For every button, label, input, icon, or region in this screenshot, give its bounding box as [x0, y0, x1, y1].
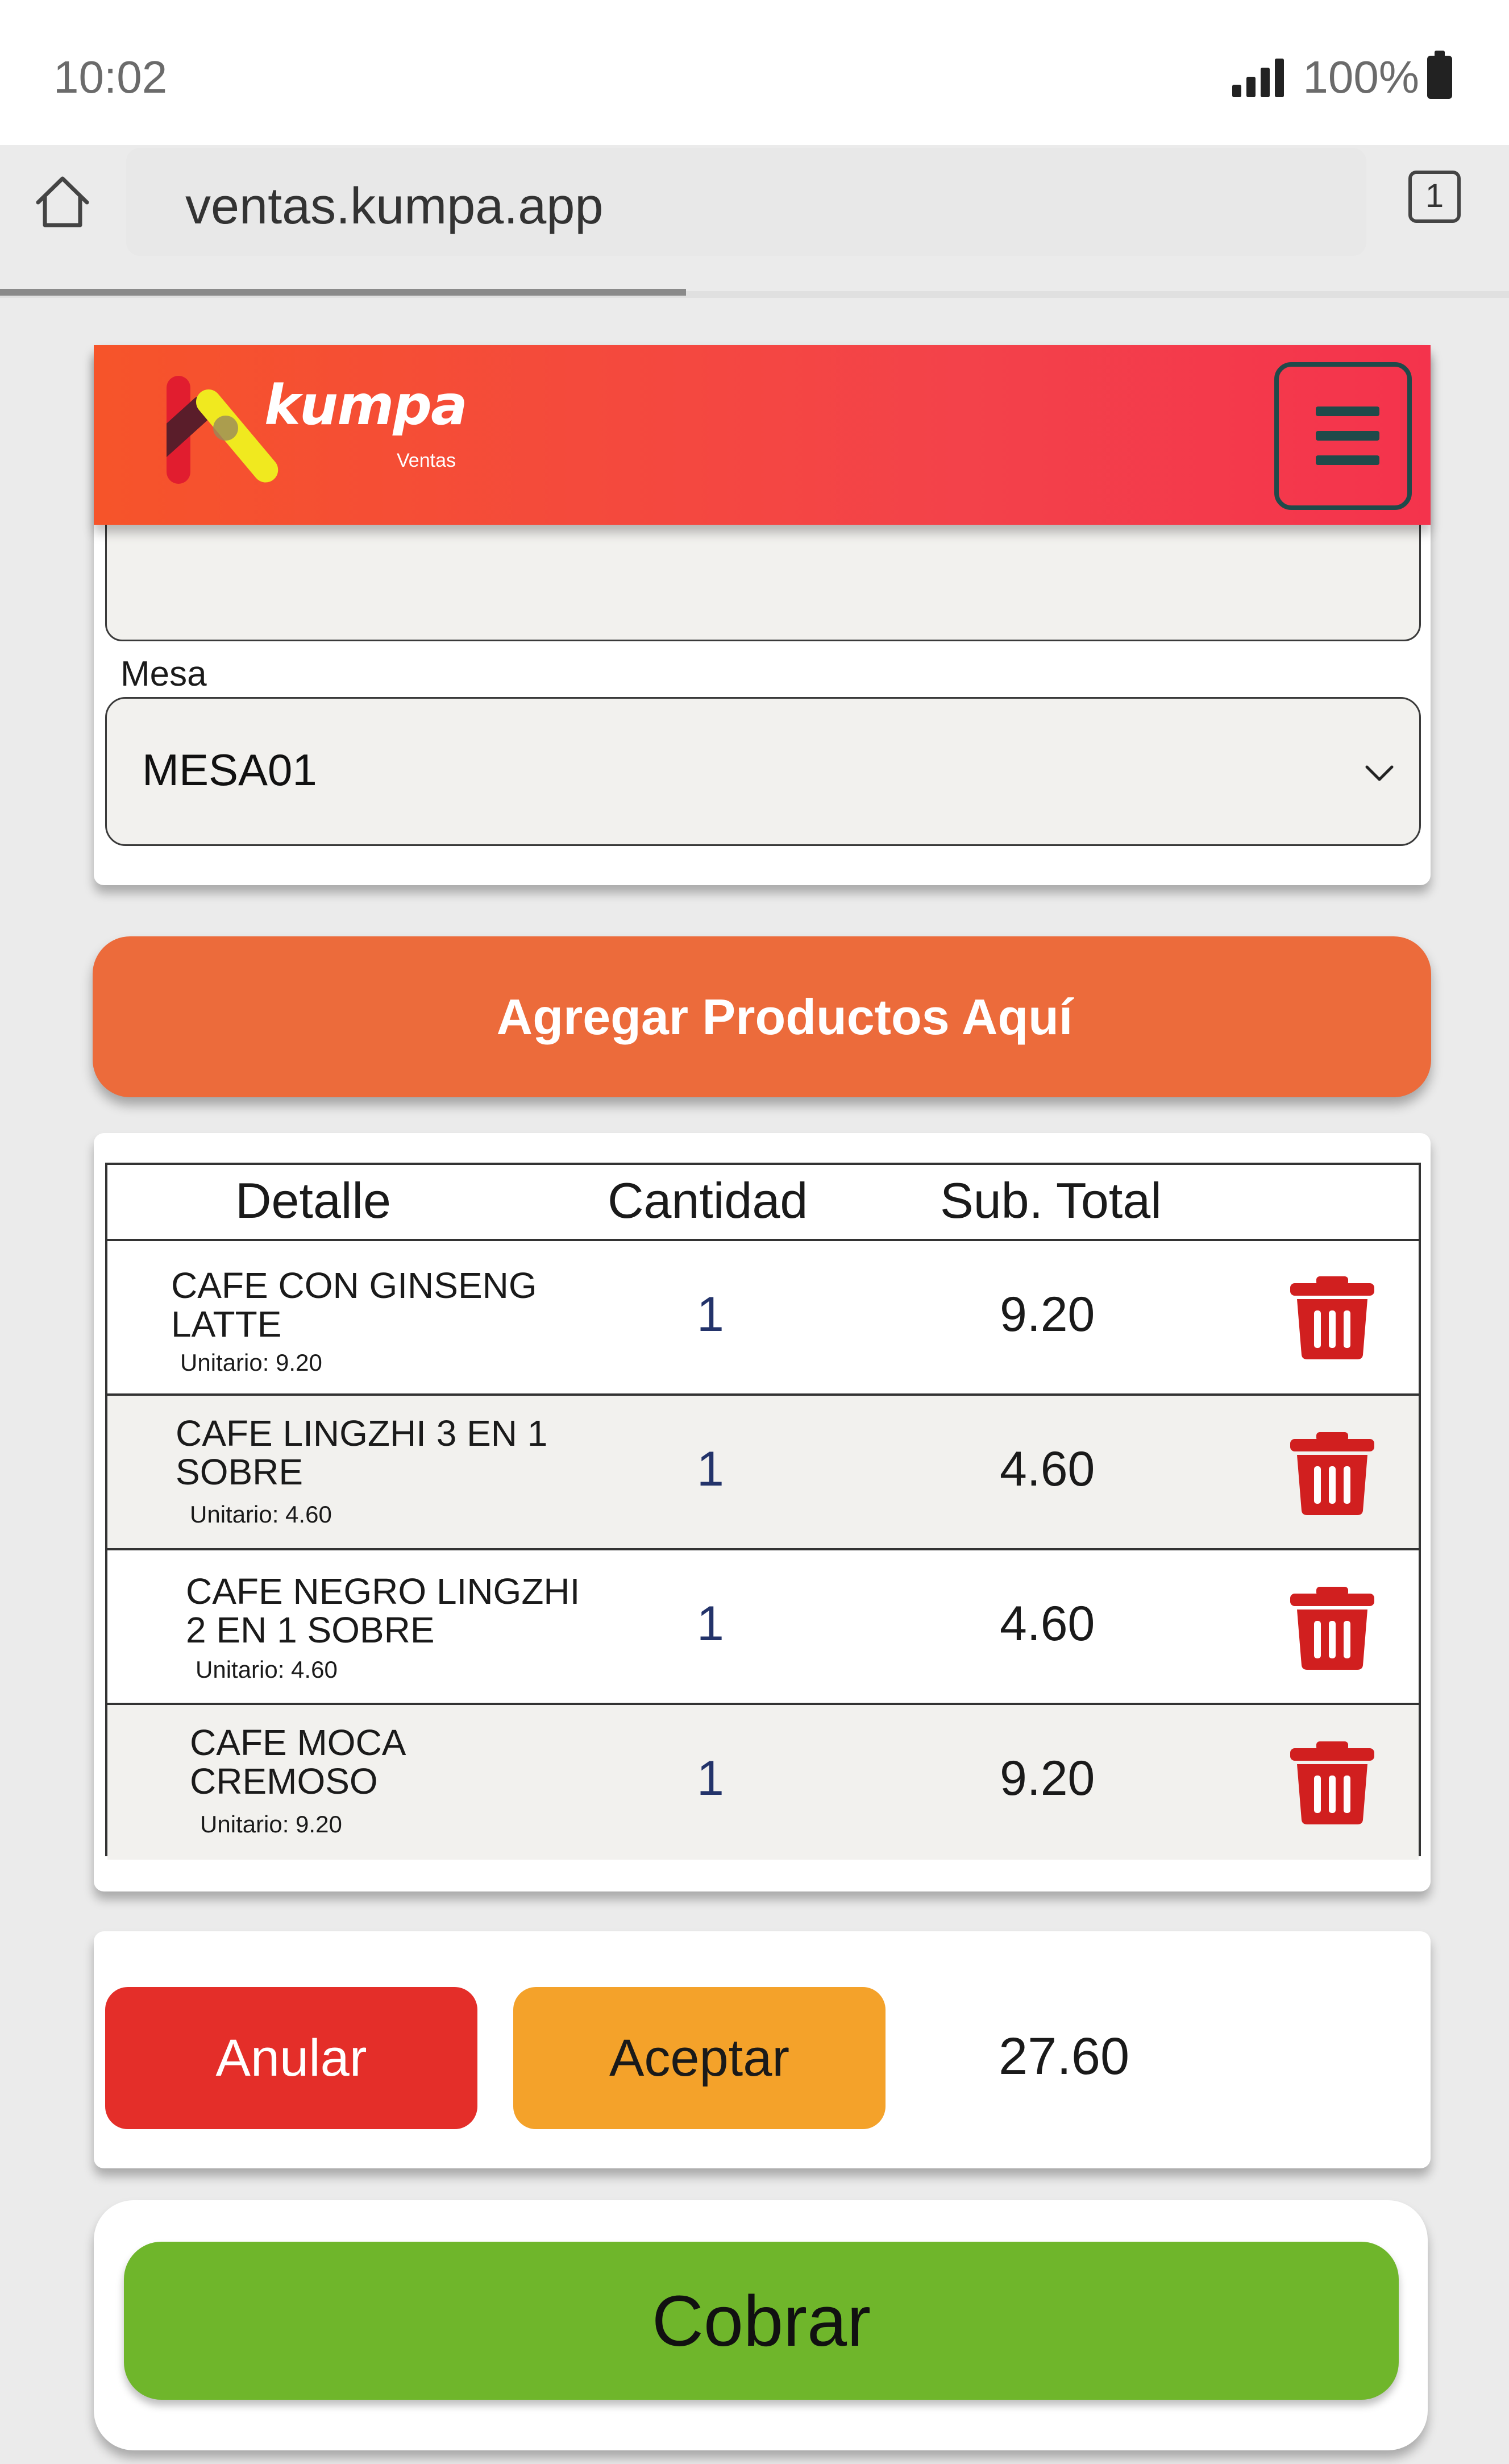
product-quantity[interactable]: 1: [697, 1596, 724, 1652]
signal-icon: [1232, 57, 1289, 97]
chevron-down-icon: [1365, 765, 1394, 781]
product-quantity[interactable]: 1: [697, 1750, 724, 1807]
url-text: ventas.kumpa.app: [185, 178, 604, 235]
mesa-label: Mesa: [120, 654, 207, 694]
products-table: Detalle Cantidad Sub. Total CAFE CON GIN…: [105, 1163, 1421, 1860]
battery-icon: [1427, 51, 1452, 99]
order-total: 27.60: [999, 2027, 1130, 2085]
mesa-selected-value: MESA01: [142, 745, 317, 795]
trash-icon[interactable]: [1287, 1431, 1378, 1516]
product-unit-price: Unitario: 9.20: [180, 1349, 322, 1376]
mesa-select[interactable]: MESA01: [105, 697, 1421, 846]
product-subtotal: 4.60: [1000, 1442, 1095, 1496]
url-bar[interactable]: ventas.kumpa.app: [126, 148, 1366, 256]
product-unit-price: Unitario: 4.60: [196, 1656, 338, 1683]
anular-button[interactable]: Anular: [105, 1987, 477, 2129]
product-subtotal: 9.20: [1000, 1751, 1095, 1806]
aceptar-button[interactable]: Aceptar: [513, 1987, 886, 2129]
column-header-detalle: Detalle: [235, 1172, 391, 1229]
table-row: CAFE MOCA CREMOSO Unitario: 9.20 1 9.20: [107, 1705, 1419, 1860]
trash-icon[interactable]: [1287, 1275, 1378, 1360]
logo-wordmark: kumpa: [264, 374, 468, 437]
add-products-button[interactable]: Agregar Productos Aquí: [93, 936, 1431, 1097]
table-row: CAFE LINGZHI 3 EN 1 SOBRE Unitario: 4.60…: [107, 1396, 1419, 1550]
page-load-progress: [0, 289, 686, 296]
trash-icon[interactable]: [1287, 1586, 1378, 1671]
product-unit-price: Unitario: 9.20: [200, 1811, 342, 1837]
column-header-cantidad: Cantidad: [608, 1172, 808, 1229]
tabs-count-button[interactable]: 1: [1408, 171, 1461, 223]
cobrar-button[interactable]: Cobrar: [124, 2242, 1399, 2400]
status-time: 10:02: [53, 52, 168, 102]
table-row: CAFE CON GINSENG LATTE Unitario: 9.20 1 …: [107, 1241, 1419, 1396]
column-header-subtotal: Sub. Total: [940, 1172, 1162, 1229]
product-unit-price: Unitario: 4.60: [190, 1501, 332, 1528]
app-header: kumpa Ventas: [94, 345, 1431, 525]
table-header: Detalle Cantidad Sub. Total: [107, 1165, 1419, 1241]
product-subtotal: 4.60: [1000, 1596, 1095, 1651]
table-row: CAFE NEGRO LINGZHI 2 EN 1 SOBRE Unitario…: [107, 1550, 1419, 1705]
product-name: CAFE NEGRO LINGZHI 2 EN 1 SOBRE: [186, 1571, 580, 1650]
battery-percentage: 100%: [1303, 52, 1419, 102]
trash-icon[interactable]: [1287, 1740, 1378, 1826]
logo-subtitle: Ventas: [397, 450, 456, 471]
home-icon[interactable]: [31, 171, 94, 233]
product-subtotal: 9.20: [1000, 1287, 1095, 1342]
product-quantity[interactable]: 1: [697, 1287, 724, 1343]
product-name: CAFE MOCA CREMOSO: [190, 1722, 404, 1802]
status-indicators: 100%: [1232, 51, 1452, 103]
hamburger-menu-icon[interactable]: [1274, 362, 1412, 510]
product-quantity[interactable]: 1: [697, 1441, 724, 1498]
product-name: CAFE CON GINSENG LATTE: [171, 1265, 537, 1345]
product-name: CAFE LINGZHI 3 EN 1 SOBRE: [176, 1413, 548, 1492]
status-bar: 10:02 100%: [0, 0, 1509, 145]
